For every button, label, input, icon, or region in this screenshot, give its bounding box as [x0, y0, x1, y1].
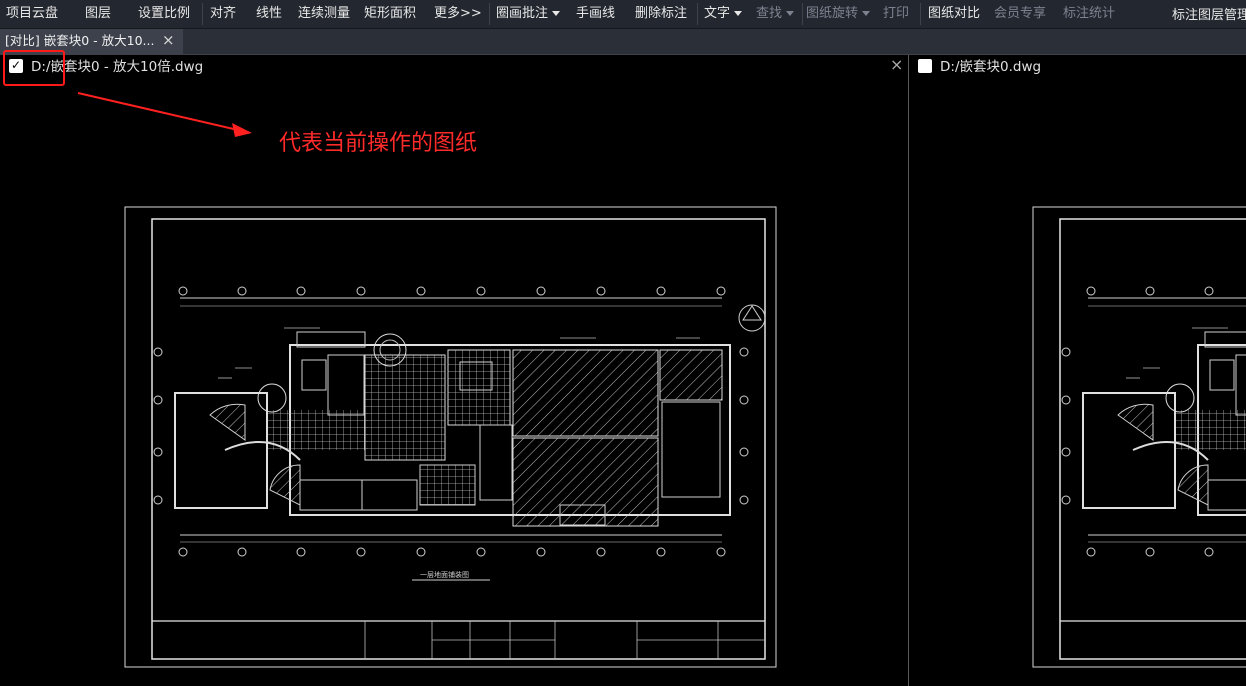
floor-plan [153, 286, 766, 557]
drawing-canvas[interactable]: 一层地面铺装图 [0, 0, 1246, 686]
drawing-title: 一层地面铺装图 [420, 570, 469, 579]
arrow-head-icon [232, 123, 252, 137]
annotation-text: 代表当前操作的图纸 [279, 131, 478, 156]
arrow-line [77, 92, 239, 131]
drawing-sheet-frame [124, 206, 777, 668]
floor-plan [1061, 286, 1246, 557]
